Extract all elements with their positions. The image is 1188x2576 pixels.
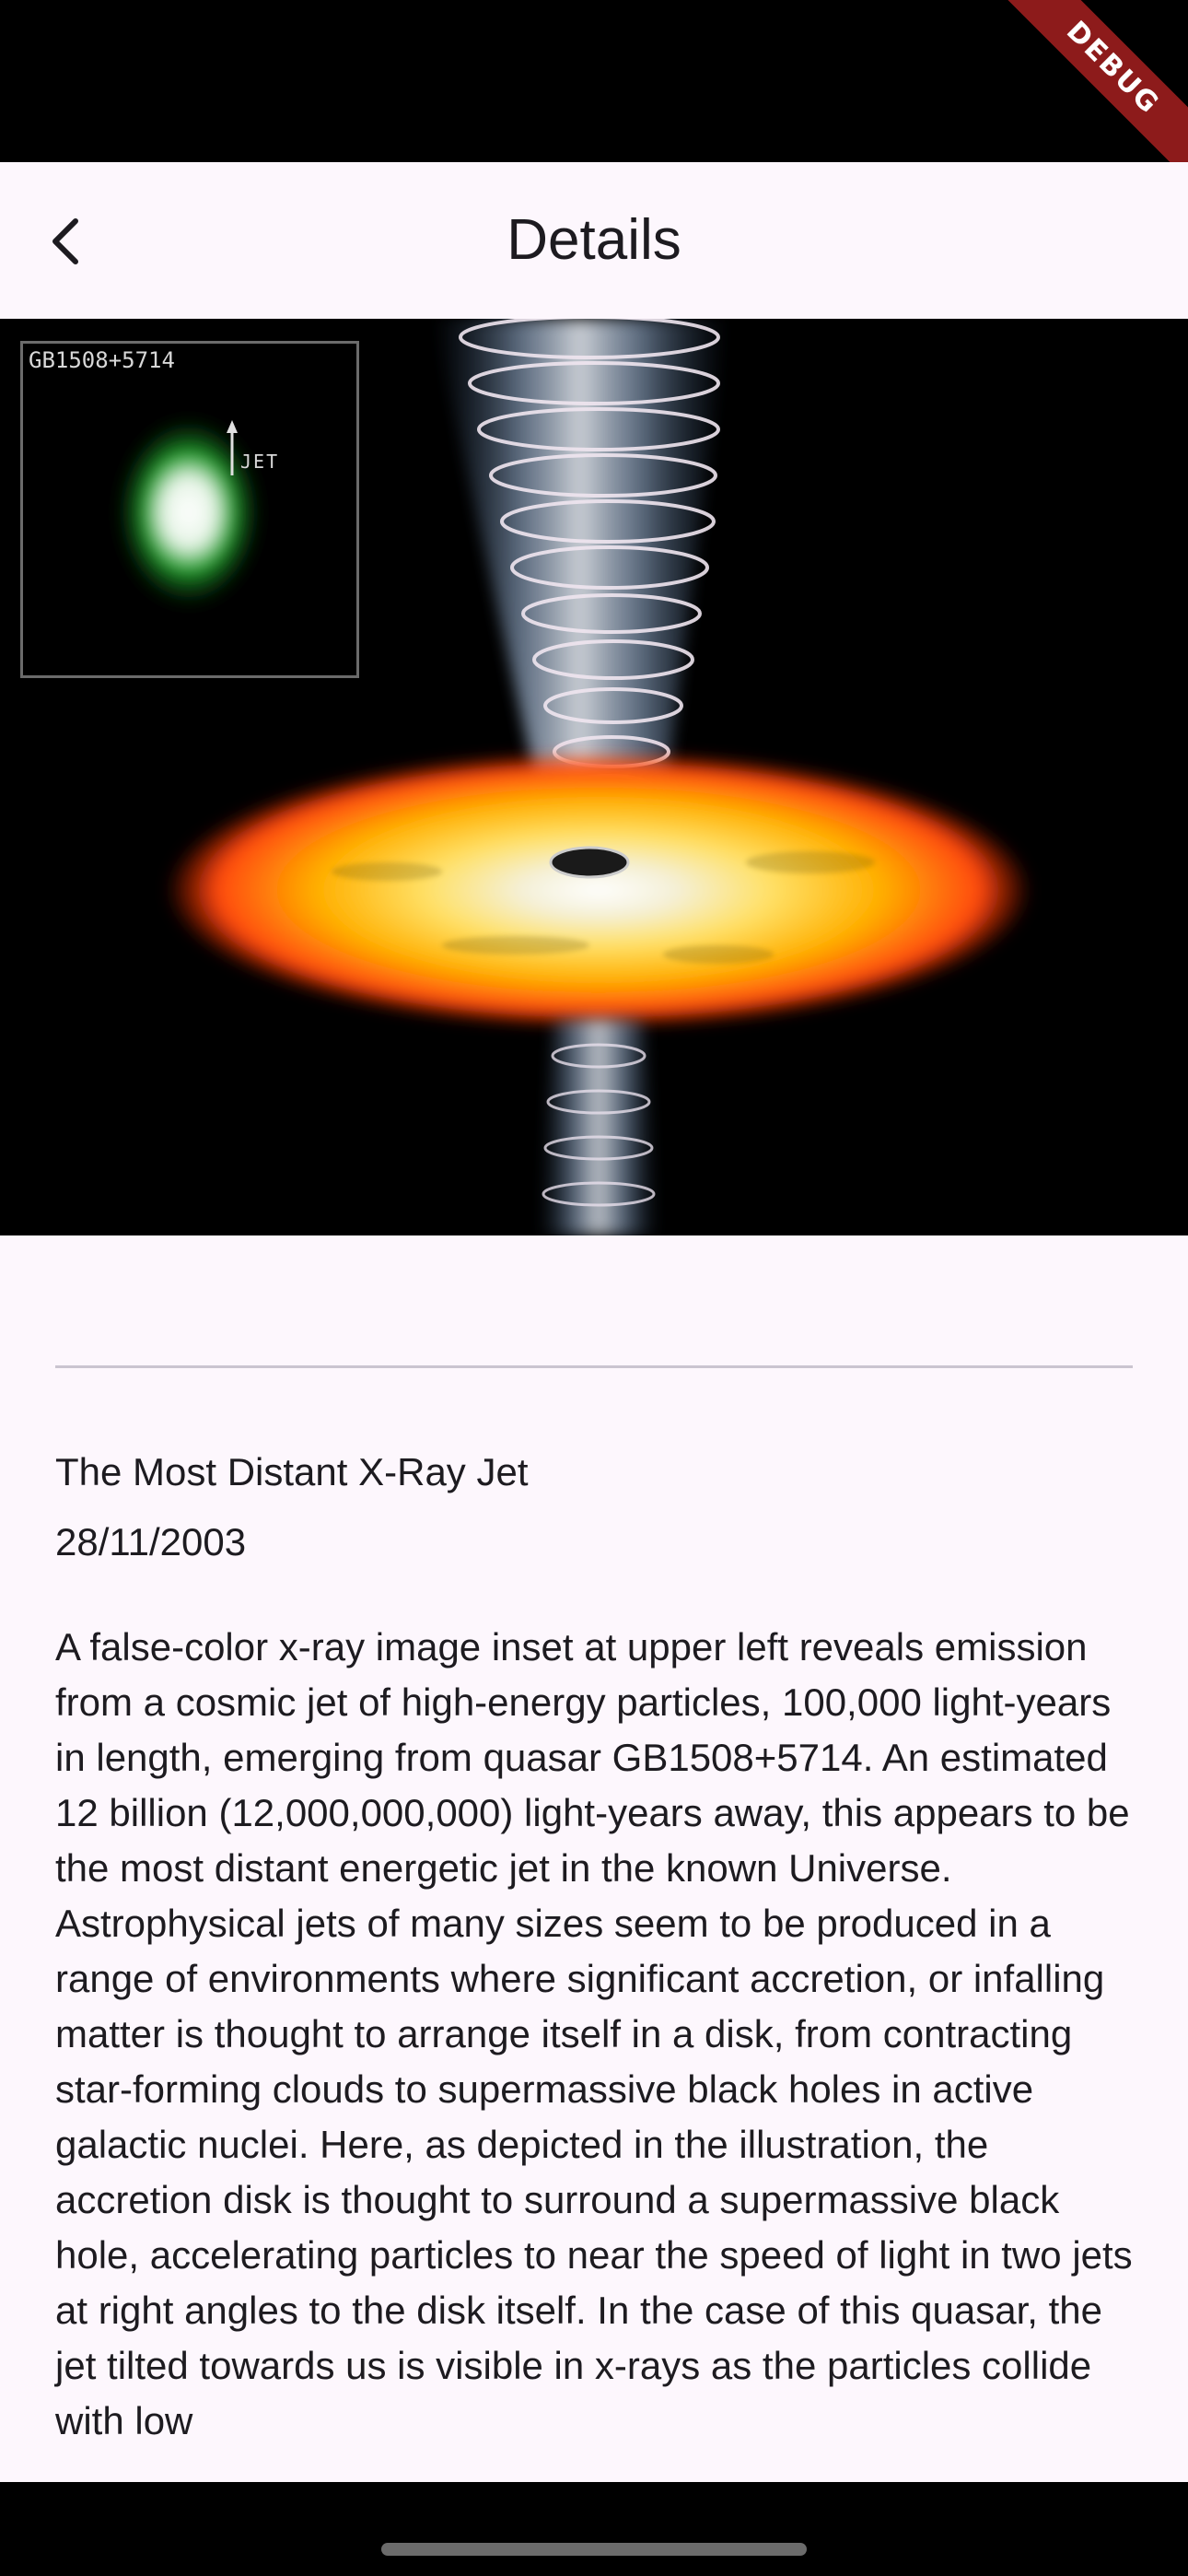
item-title: The Most Distant X-Ray Jet: [55, 1450, 529, 1493]
divider: [55, 1365, 1133, 1368]
home-indicator[interactable]: [381, 2543, 807, 2556]
jet-label: JET: [240, 451, 280, 473]
status-bar: [0, 0, 1188, 162]
hero-image: GB1508+5714 JET: [0, 319, 1188, 1235]
xray-inset: GB1508+5714 JET: [20, 341, 359, 678]
inset-label: GB1508+5714: [29, 347, 175, 373]
bottom-system-bar: [0, 2482, 1188, 2576]
page-title: Details: [507, 208, 681, 272]
app-bar: Details: [0, 162, 1188, 319]
item-date: 28/11/2003: [55, 1520, 247, 1563]
detail-content: The Most Distant X-Ray Jet 28/11/2003 A …: [55, 1437, 1133, 2488]
item-description: A false-color x-ray image inset at upper…: [55, 1625, 1133, 2442]
details-screen: DEBUG Details GB1508+5714 JET The Most D…: [0, 0, 1188, 2576]
